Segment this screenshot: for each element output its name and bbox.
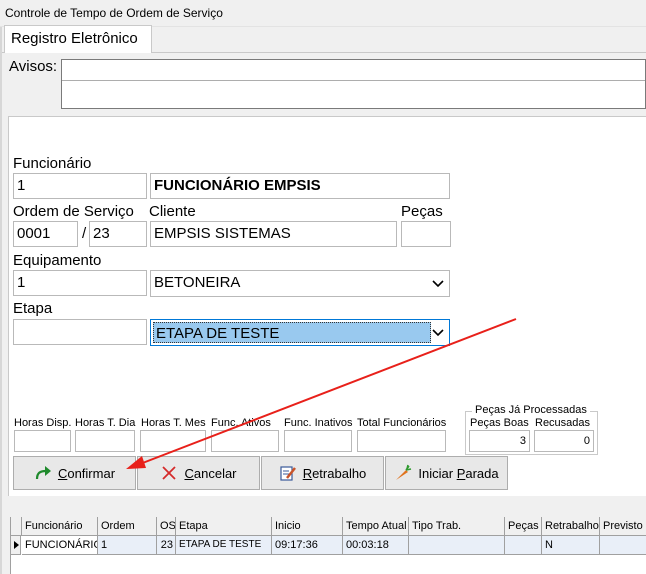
grid-header-os[interactable]: OS <box>157 517 176 536</box>
total-funcionarios-label: Total Funcionários <box>357 417 447 429</box>
grid-header-tipo-trab[interactable]: Tipo Trab. <box>409 517 505 536</box>
retrabalho-button[interactable]: Retrabalho <box>261 456 384 490</box>
pecas-processadas-title: Peças Já Processadas <box>472 404 590 416</box>
iniciar-parada-label: Iniciar Parada <box>418 465 499 481</box>
grid-header-previsto[interactable]: Previsto <box>600 517 646 536</box>
funcionario-code-input[interactable]: 1 <box>13 173 147 199</box>
etapa-code-input[interactable] <box>13 319 147 345</box>
ordem-label: Ordem de Serviço <box>13 203 134 220</box>
funcionario-name-field: FUNCIONÁRIO EMPSIS <box>150 173 450 199</box>
pecas-boas-field: 3 <box>469 430 530 452</box>
chevron-down-icon <box>432 271 444 304</box>
grid-header-retrabalho[interactable]: Retrabalho <box>542 517 600 536</box>
grid-header-ordem[interactable]: Ordem <box>98 517 157 536</box>
equipamento-select[interactable]: BETONEIRA <box>150 270 450 297</box>
iniciar-parada-button[interactable]: Iniciar Parada <box>385 456 508 490</box>
etapa-selected-value: ETAPA DE TESTE <box>153 322 431 343</box>
window-title: Controle de Tempo de Ordem de Serviço <box>0 0 646 27</box>
pecas-boas-label: Peças Boas <box>470 417 529 429</box>
grid-cell-tempo-atual[interactable]: 00:03:18 <box>343 536 409 555</box>
horas-disp-field <box>14 430 71 452</box>
grid-cell-funcionario[interactable]: FUNCIONÁRIO EMPSIS <box>22 536 98 555</box>
grid-cell-pecas[interactable] <box>505 536 542 555</box>
funcionario-label: Funcionário <box>13 155 92 172</box>
grid-cell-inicio[interactable]: 09:17:36 <box>272 536 343 555</box>
retrabalho-label: Retrabalho <box>302 465 367 481</box>
equipamento-selected-value: BETONEIRA <box>154 274 241 291</box>
cancelar-button[interactable]: Cancelar <box>137 456 260 490</box>
grid-cell-etapa[interactable]: ETAPA DE TESTE <box>176 536 272 555</box>
edit-document-icon <box>279 464 297 482</box>
horas-dia-field <box>75 430 135 452</box>
horas-mes-label: Horas T. Mes <box>141 417 206 429</box>
horas-dia-label: Horas T. Dia <box>75 417 136 429</box>
func-ativos-field <box>211 430 279 452</box>
grid-cell-previsto[interactable] <box>600 536 646 555</box>
func-inativos-label: Func. Inativos <box>284 417 353 429</box>
recusadas-field: 0 <box>534 430 594 452</box>
tab-registro-eletronico[interactable]: Registro Eletrônico <box>4 25 152 53</box>
etapa-select[interactable]: ETAPA DE TESTE <box>150 319 450 346</box>
close-icon <box>160 464 178 482</box>
grid-header-funcionario[interactable]: Funcionário <box>22 517 98 536</box>
os-suffix-input[interactable]: 23 <box>89 221 147 247</box>
total-funcionarios-field <box>357 430 446 452</box>
row-selector-icon[interactable] <box>11 536 21 555</box>
grid-cell-tipo-trab[interactable] <box>409 536 505 555</box>
grid-header-inicio[interactable]: Inicio <box>272 517 343 536</box>
grid-cell-ordem[interactable]: 1 <box>98 536 157 555</box>
grid-cell-retrabalho[interactable]: N <box>542 536 600 555</box>
recusadas-label: Recusadas <box>535 417 591 429</box>
grid-header-pecas[interactable]: Peças <box>505 517 542 536</box>
arrow-redo-icon <box>34 464 52 482</box>
os-separator: / <box>82 225 87 242</box>
grid-corner <box>11 517 22 536</box>
chevron-down-icon <box>432 320 444 353</box>
func-ativos-label: Func. Ativos <box>211 417 271 429</box>
horas-disp-label: Horas Disp. <box>14 417 72 429</box>
os-number-input[interactable]: 0001 <box>13 221 78 247</box>
equipamento-label: Equipamento <box>13 252 102 269</box>
carrot-icon <box>394 464 412 482</box>
grid-header-tempo-atual[interactable]: Tempo Atual <box>343 517 409 536</box>
equipamento-code-input[interactable]: 1 <box>13 270 147 296</box>
pecas-label: Peças <box>401 203 443 220</box>
horas-mes-field <box>140 430 206 452</box>
etapa-label: Etapa <box>13 300 53 317</box>
grid-cell-os[interactable]: 23 <box>157 536 176 555</box>
func-inativos-field <box>284 430 352 452</box>
avisos-textarea[interactable] <box>61 59 646 109</box>
confirmar-label: Confirmar <box>57 465 116 481</box>
window-border <box>0 27 2 574</box>
cliente-field: EMPSIS SISTEMAS <box>150 221 397 247</box>
cliente-label: Cliente <box>149 203 196 220</box>
os-grid[interactable]: Funcionário Ordem OS Etapa Inicio Tempo … <box>10 517 646 574</box>
avisos-label: Avisos: <box>9 58 58 75</box>
pecas-input[interactable] <box>401 221 451 247</box>
confirmar-button[interactable]: Confirmar <box>13 456 136 490</box>
grid-header-etapa[interactable]: Etapa <box>176 517 272 536</box>
cancelar-label: Cancelar <box>184 465 237 481</box>
